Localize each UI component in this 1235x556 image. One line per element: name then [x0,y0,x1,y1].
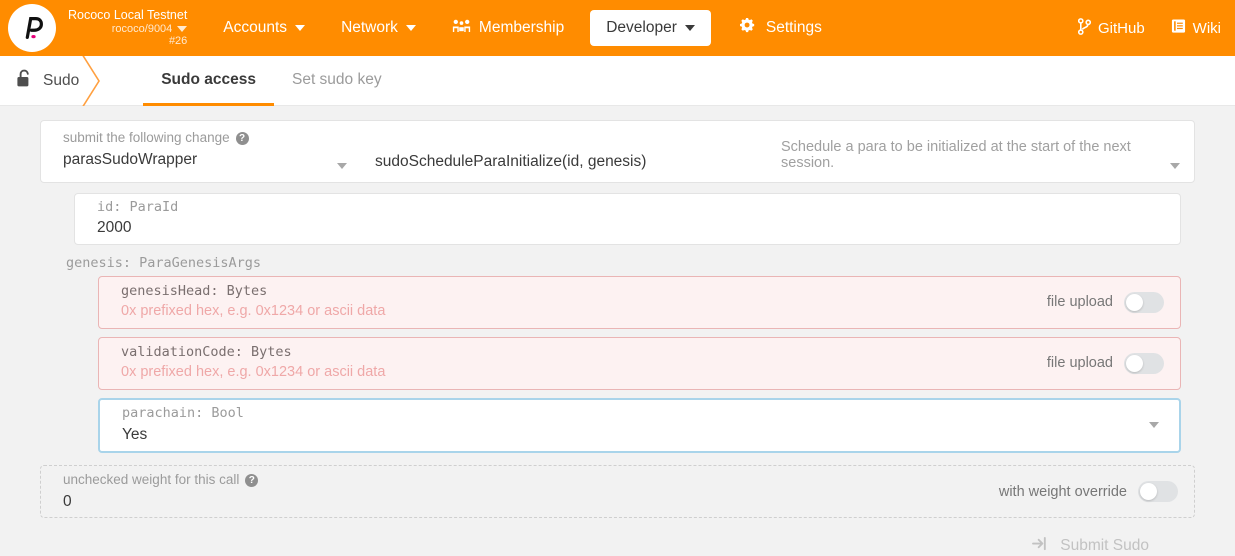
method-description: Schedule a para to be initialized at the… [781,139,1131,171]
book-icon [1171,18,1186,38]
nav-item-accounts[interactable]: Accounts [213,13,315,43]
gear-icon [739,17,758,39]
network-selector[interactable]: Rococo Local Testnet rococo/9004 #26 [68,8,188,48]
main-content: submit the following change ? parasSudoW… [0,106,1235,556]
weight-value-block[interactable]: unchecked weight for this call ? 0 [63,472,999,510]
sign-in-icon [1032,536,1049,556]
question-mark-icon[interactable]: ? [235,131,249,145]
param-id-value: 2000 [97,219,132,237]
submit-bar: Submit Sudo [40,518,1195,556]
validation-code-toggle-label: file upload [1046,355,1113,371]
sub-navigation-tabs: Sudo Sudo access Set sudo key [0,53,1235,109]
param-validation-code[interactable]: validationCode: Bytes 0x prefixed hex, e… [98,337,1181,390]
tab-set-sudo-key[interactable]: Set sudo key [274,57,400,106]
tab-list: Sudo access Set sudo key [143,56,400,106]
nav-accounts-label: Accounts [223,19,288,36]
param-id-label: id: ParaId [97,198,179,215]
extrinsic-selector-card: submit the following change ? parasSudoW… [40,120,1195,183]
chevron-down-icon [337,163,347,169]
toggle-switch[interactable] [1124,352,1164,374]
chevron-down-icon [1149,422,1159,428]
param-parachain-bool[interactable]: parachain: Bool Yes [98,398,1181,453]
pallet-select[interactable]: submit the following change ? parasSudoW… [41,121,361,182]
method-value: sudoScheduleParaInitialize(id, genesis) [375,153,647,170]
param-validation-code-placeholder: 0x prefixed hex, e.g. 0x1234 or ascii da… [121,364,386,381]
users-icon [452,18,471,39]
genesis-head-file-upload-toggle[interactable]: file upload [1046,291,1164,313]
nav-membership-label: Membership [478,19,565,36]
weight-override-label: with weight override [998,483,1127,500]
method-select[interactable]: sudoScheduleParaInitialize(id, genesis) [361,121,781,182]
tab-set-sudo-key-label: Set sudo key [291,71,382,88]
param-genesis-head-text: genesisHead: Bytes 0x prefixed hex, e.g.… [121,282,1047,320]
param-id-paraid[interactable]: id: ParaId 2000 [74,193,1181,245]
param-validation-code-label: validationCode: Bytes [121,343,292,360]
breadcrumb: Sudo [0,53,113,109]
nav-item-network[interactable]: Network [331,13,426,43]
chevron-down-icon [295,25,306,31]
breadcrumb-separator-icon [77,53,111,109]
network-endpoint-row: rococo/9004 [112,23,188,36]
polkadot-logo[interactable] [8,4,56,52]
nav-developer-label: Developer [606,19,677,36]
toggle-knob [1140,483,1157,500]
nav-item-developer[interactable]: Developer [590,10,711,46]
weight-label-row: unchecked weight for this call ? [63,472,999,488]
nav-network-label: Network [341,19,398,36]
param-genesis-head[interactable]: genesisHead: Bytes 0x prefixed hex, e.g.… [98,276,1181,329]
network-endpoint: rococo/9004 [111,22,173,35]
github-label: GitHub [1097,19,1145,37]
param-genesis-head-label: genesisHead: Bytes [121,282,268,299]
unchecked-weight-section: unchecked weight for this call ? 0 with … [40,465,1195,518]
toggle-knob [1126,293,1143,311]
git-branch-icon [1077,17,1092,39]
chevron-down-icon [177,25,188,32]
submit-sudo-button[interactable]: Submit Sudo [1032,536,1149,556]
tab-sudo-access-label: Sudo access [161,71,256,88]
genesis-head-toggle-label: file upload [1046,294,1113,310]
param-id-text: id: ParaId 2000 [97,198,1164,237]
tab-sudo-access[interactable]: Sudo access [143,57,274,106]
toggle-switch[interactable] [1138,481,1178,502]
wiki-label: Wiki [1192,19,1221,37]
param-parachain-text: parachain: Bool Yes [122,406,1149,443]
chevron-down-icon [684,25,695,31]
submit-sudo-label: Submit Sudo [1060,537,1149,554]
extrinsic-label-row: submit the following change ? [63,130,347,146]
top-navigation-bar: Rococo Local Testnet rococo/9004 #26 Acc… [0,0,1235,56]
nav-item-settings[interactable]: Settings [729,11,832,45]
weight-label: unchecked weight for this call [63,472,240,488]
extrinsic-label: submit the following change [63,130,230,145]
chevron-down-icon [405,25,416,31]
pallet-value: parasSudoWrapper [63,150,198,168]
unlock-icon [16,69,32,93]
weight-override-toggle[interactable]: with weight override [999,481,1178,502]
param-parachain-value: Yes [122,425,148,443]
chevron-down-icon [1170,163,1180,169]
genesis-params-group: genesisHead: Bytes 0x prefixed hex, e.g.… [98,276,1181,453]
nav-settings-label: Settings [765,19,822,36]
genesis-group-label: genesis: ParaGenesisArgs [66,255,262,271]
network-name: Rococo Local Testnet [68,8,188,23]
nav-item-membership[interactable]: Membership [442,12,574,45]
question-mark-icon[interactable]: ? [245,473,259,487]
validation-code-file-upload-toggle[interactable]: file upload [1046,352,1164,374]
toggle-switch[interactable] [1124,291,1164,313]
breadcrumb-label: Sudo [43,71,80,89]
param-validation-code-text: validationCode: Bytes 0x prefixed hex, e… [121,343,1047,381]
toggle-knob [1126,354,1143,372]
link-github[interactable]: GitHub [1077,17,1145,39]
param-genesis-head-placeholder: 0x prefixed hex, e.g. 0x1234 or ascii da… [121,303,386,320]
param-parachain-label: parachain: Bool [122,405,244,422]
weight-value: 0 [63,492,72,510]
link-wiki[interactable]: Wiki [1171,18,1221,38]
network-block-number: #26 [168,35,188,48]
method-description-select[interactable]: Schedule a para to be initialized at the… [781,121,1194,182]
